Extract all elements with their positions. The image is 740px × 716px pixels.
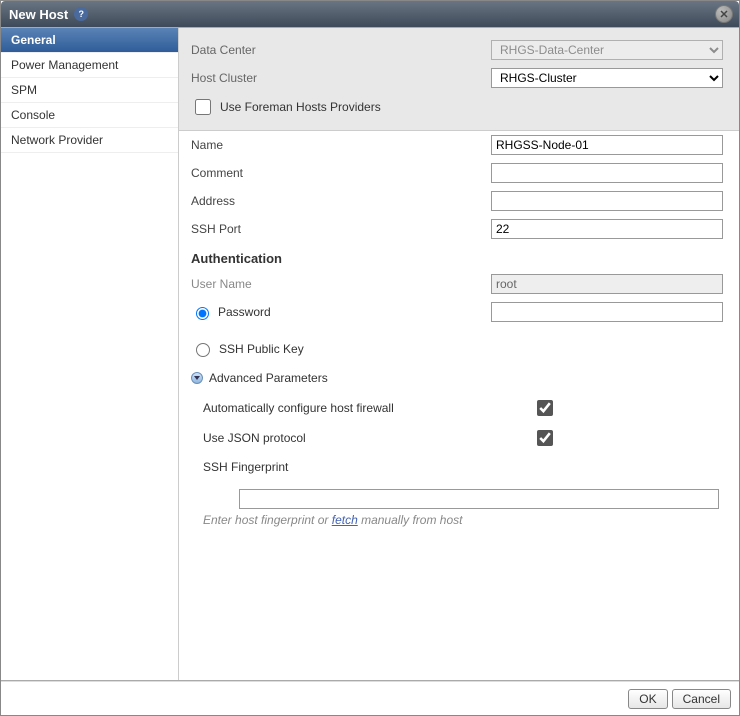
cancel-button[interactable]: Cancel [672, 689, 731, 709]
fingerprint-hint: Enter host fingerprint or fetch manually… [179, 511, 739, 535]
comment-label: Comment [191, 166, 491, 180]
ok-button[interactable]: OK [628, 689, 667, 709]
password-input[interactable] [491, 302, 723, 322]
name-label: Name [191, 138, 491, 152]
top-section: Data Center RHGS-Data-Center Host Cluste… [179, 28, 739, 131]
json-checkbox[interactable] [537, 430, 553, 446]
password-radio[interactable] [196, 307, 209, 320]
dialog-title: New Host [9, 7, 68, 22]
ssh-fp-label: SSH Fingerprint [203, 460, 533, 474]
button-bar: OK Cancel [1, 681, 739, 715]
sidebar-item-network-provider[interactable]: Network Provider [1, 128, 178, 153]
comment-input[interactable] [491, 163, 723, 183]
ssh-port-label: SSH Port [191, 222, 491, 236]
name-input[interactable] [491, 135, 723, 155]
sidebar-item-general[interactable]: General [1, 28, 178, 53]
address-input[interactable] [491, 191, 723, 211]
sidebar: General Power Management SPM Console Net… [1, 28, 179, 680]
sidebar-item-label: Console [11, 108, 55, 122]
fetch-link[interactable]: fetch [332, 513, 358, 527]
username-input [491, 274, 723, 294]
sidebar-item-power-management[interactable]: Power Management [1, 53, 178, 78]
sidebar-item-label: Network Provider [11, 133, 103, 147]
json-label: Use JSON protocol [203, 431, 533, 445]
expand-toggle-icon[interactable] [191, 372, 203, 384]
content-panel: Data Center RHGS-Data-Center Host Cluste… [179, 28, 739, 680]
titlebar: New Host ? [1, 1, 739, 27]
ssh-port-input[interactable] [491, 219, 723, 239]
ssh-fp-input[interactable] [239, 489, 719, 509]
sidebar-item-spm[interactable]: SPM [1, 78, 178, 103]
host-cluster-label: Host Cluster [191, 71, 491, 85]
sidebar-item-label: General [11, 33, 56, 47]
sidebar-item-label: Power Management [11, 58, 118, 72]
username-label: User Name [191, 277, 491, 291]
password-label: Password [218, 305, 271, 319]
auth-heading: Authentication [179, 243, 739, 270]
ssh-key-radio[interactable] [196, 343, 210, 357]
host-cluster-select[interactable]: RHGS-Cluster [491, 68, 723, 88]
data-center-select[interactable]: RHGS-Data-Center [491, 40, 723, 60]
help-icon[interactable]: ? [74, 7, 88, 21]
address-label: Address [191, 194, 491, 208]
sidebar-item-console[interactable]: Console [1, 103, 178, 128]
firewall-checkbox[interactable] [537, 400, 553, 416]
ssh-key-label: SSH Public Key [219, 342, 304, 356]
advanced-heading: Advanced Parameters [209, 371, 328, 385]
data-center-label: Data Center [191, 43, 491, 57]
new-host-dialog: New Host ? General Power Management SPM … [0, 0, 740, 716]
close-icon[interactable] [715, 5, 733, 23]
foreman-checkbox[interactable] [195, 99, 211, 115]
firewall-label: Automatically configure host firewall [203, 401, 533, 415]
foreman-label: Use Foreman Hosts Providers [220, 100, 381, 114]
sidebar-item-label: SPM [11, 83, 37, 97]
